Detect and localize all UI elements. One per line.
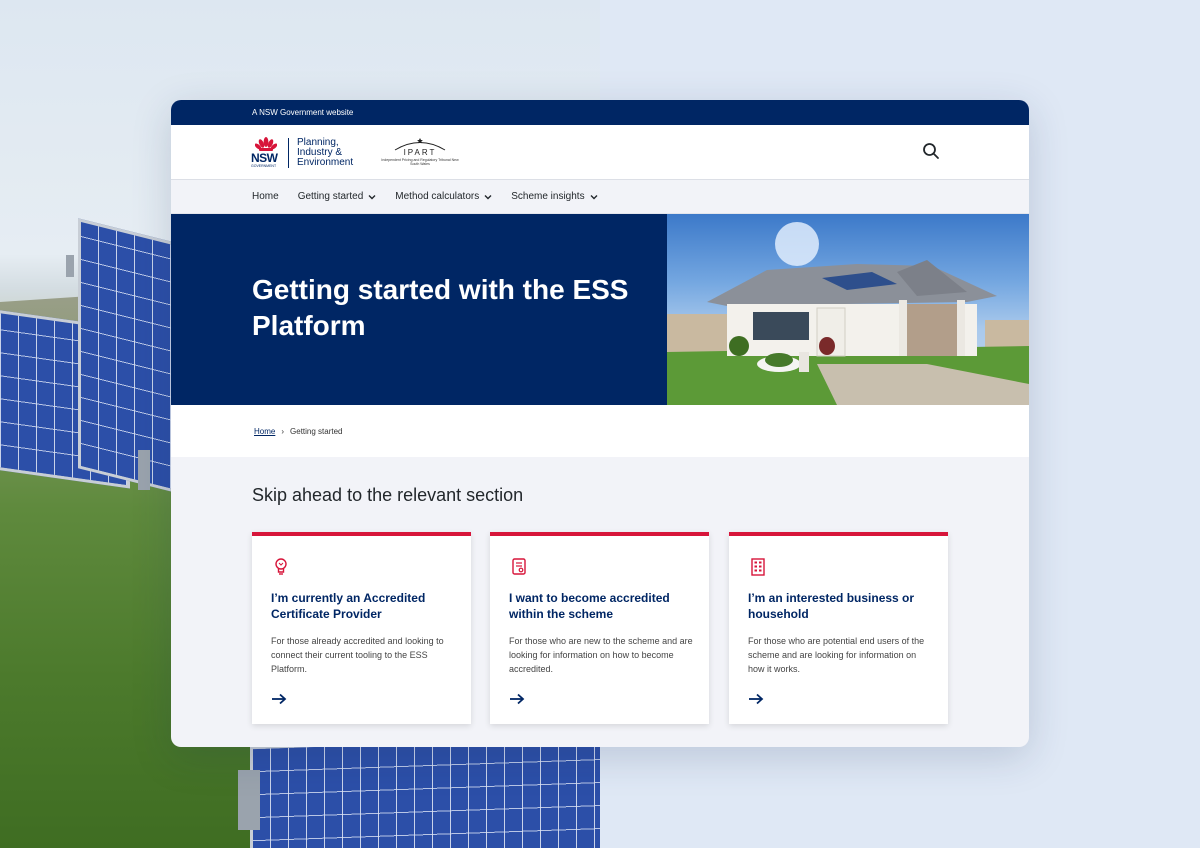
tile-description: For those who are potential end users of… — [748, 636, 925, 674]
lightbulb-icon — [275, 558, 287, 575]
logo-divider — [288, 138, 289, 168]
panel-bracket — [238, 770, 260, 830]
ipart-name: IPART — [403, 148, 437, 157]
waratah-icon — [255, 137, 277, 151]
department-name: Planning, Industry & Environment — [297, 137, 354, 168]
tile-title: I want to become accredited within the s… — [509, 591, 670, 621]
ipart-subtitle: Independent Pricing and Regulatory Tribu… — [381, 158, 459, 166]
arrow-right-icon[interactable] — [748, 693, 764, 705]
site-header: NSW GOVERNMENT Planning, Industry & Envi… — [171, 125, 1029, 180]
section-title: Skip ahead to the relevant section — [252, 485, 524, 505]
panel-bracket — [138, 450, 150, 490]
main-nav: Home Getting started Method calculators … — [171, 180, 1029, 214]
arrow-right-icon[interactable] — [271, 693, 287, 705]
hero-house-image — [667, 214, 1029, 405]
chevron-down-icon — [484, 194, 492, 199]
tile-title: I’m an interested business or household — [748, 591, 915, 621]
tile-business-or-household[interactable]: I’m an interested business or household … — [729, 532, 948, 724]
certificate-document-icon — [512, 558, 526, 575]
hero-text-panel: Getting started with the ESS Platform — [171, 214, 667, 405]
website-preview-card: A NSW Government website NSW GOVERNMENT … — [171, 100, 1029, 747]
nsw-logo-text: NSW — [251, 151, 278, 165]
solar-panel — [250, 733, 610, 848]
tile-become-accredited[interactable]: I want to become accredited within the s… — [490, 532, 709, 724]
breadcrumb-current: Getting started — [290, 426, 343, 436]
chevron-down-icon — [368, 194, 376, 199]
nav-item-getting-started[interactable]: Getting started — [298, 191, 377, 202]
gov-banner: A NSW Government website — [171, 100, 1029, 125]
panel-bracket — [66, 255, 74, 277]
chevron-down-icon — [590, 194, 598, 199]
tile-accredited-provider[interactable]: I’m currently an Accredited Certificate … — [252, 532, 471, 724]
tile-title: I’m currently an Accredited Certificate … — [271, 591, 426, 621]
nav-item-scheme-insights[interactable]: Scheme insights — [511, 191, 598, 202]
nav-item-method-calculators[interactable]: Method calculators — [395, 191, 492, 202]
hero-banner: Getting started with the ESS Platform — [171, 214, 1029, 405]
nav-item-home[interactable]: Home — [252, 191, 279, 202]
breadcrumb-separator: › — [281, 426, 285, 436]
nsw-logo-sub: GOVERNMENT — [251, 164, 277, 168]
page-title: Getting started with the ESS Platform — [252, 274, 629, 341]
tile-description: For those already accredited and looking… — [271, 636, 444, 674]
nsw-government-logo[interactable]: NSW GOVERNMENT — [251, 137, 281, 169]
breadcrumb: Home › Getting started — [171, 405, 1029, 457]
tile-description: For those who are new to the scheme and … — [509, 636, 693, 674]
ipart-logo[interactable]: IPART Independent Pricing and Regulatory… — [379, 137, 461, 169]
search-icon[interactable] — [921, 141, 941, 161]
breadcrumb-home-link[interactable]: Home — [254, 427, 275, 436]
building-icon — [751, 558, 765, 576]
arrow-right-icon[interactable] — [509, 693, 525, 705]
house-illustration — [667, 222, 1029, 405]
